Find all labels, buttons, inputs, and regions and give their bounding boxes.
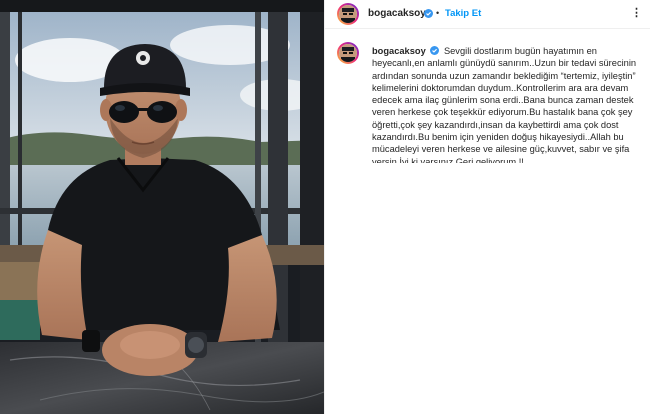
author-username[interactable]: bogacaksoy (368, 8, 426, 19)
author-avatar[interactable] (337, 3, 359, 25)
caption-author-avatar-image (339, 44, 357, 62)
caption-username[interactable]: bogacaksoy (372, 46, 426, 56)
avatar-face-icon (339, 5, 357, 23)
post-photo[interactable] (0, 0, 324, 414)
caption-author-avatar[interactable] (337, 42, 359, 64)
author-avatar-image (339, 5, 357, 23)
instagram-post-window: bogacaksoy • Takip Et ⋮ bogacaksoy Sevgi… (0, 0, 650, 414)
post-header: bogacaksoy • Takip Et ⋮ (325, 0, 650, 29)
follow-button[interactable]: Takip Et (445, 8, 481, 19)
avatar-face-icon (339, 44, 357, 62)
header-separator: • (436, 8, 440, 18)
post-photo-image (0, 0, 324, 414)
more-options-icon[interactable]: ⋮ (631, 6, 643, 19)
post-caption: bogacaksoy Sevgili dostlarım bugün hayat… (372, 45, 647, 163)
verified-badge-icon (424, 9, 433, 18)
verified-badge-icon (430, 46, 440, 55)
post-side-panel: bogacaksoy • Takip Et ⋮ bogacaksoy Sevgi… (324, 0, 650, 414)
caption-text: Sevgili dostlarım bugün hayatımın en hey… (372, 46, 637, 163)
